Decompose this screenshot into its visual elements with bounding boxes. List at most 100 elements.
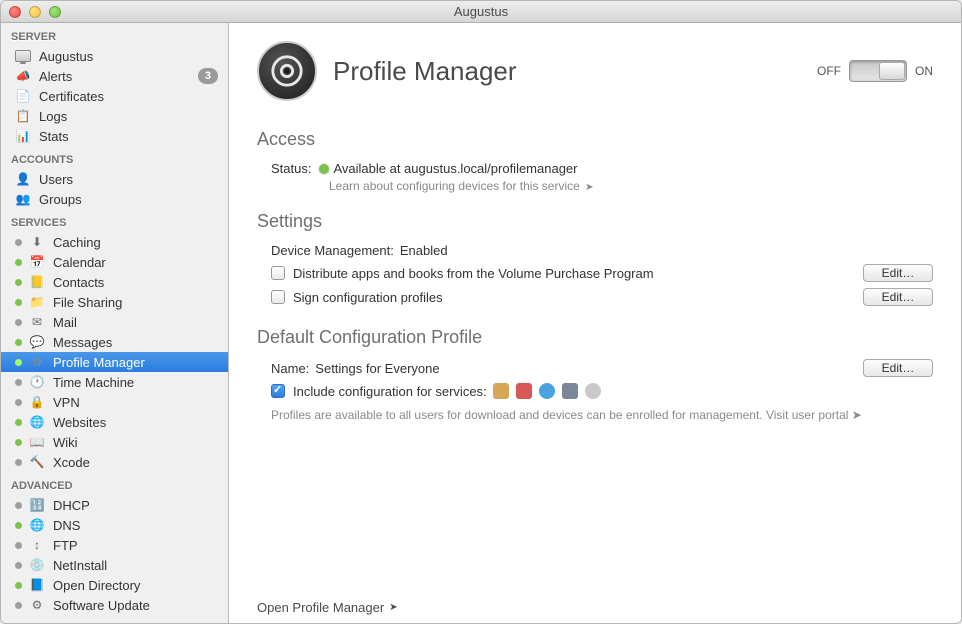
sidebar-item-label: Websites [53, 415, 106, 430]
sidebar-item-caching[interactable]: ⬇Caching [1, 232, 228, 252]
checkbox-sign[interactable] [271, 290, 285, 304]
messages-icon: 💬 [29, 334, 45, 350]
sidebar-item-opendirectory[interactable]: 📘Open Directory [1, 575, 228, 595]
edit-button-profile[interactable]: Edit… [863, 359, 933, 377]
page-title: Profile Manager [333, 56, 517, 87]
sidebar-item-profilemanager[interactable]: ⚙Profile Manager [1, 352, 228, 372]
sidebar-item-label: NetInstall [53, 558, 107, 573]
sidebar-item-ftp[interactable]: ↕FTP [1, 535, 228, 555]
sign-label: Sign configuration profiles [293, 290, 443, 305]
user-icon: 👤 [15, 171, 31, 187]
section-services: SERVICES [1, 209, 228, 232]
settings-section: Settings Device Management: Enabled Dist… [257, 211, 933, 309]
sidebar-item-label: Caching [53, 235, 101, 250]
hammer-icon: 🔨 [29, 454, 45, 470]
sidebar-item-websites[interactable]: 🌐Websites [1, 412, 228, 432]
monitor-icon [15, 48, 31, 64]
netinstall-icon: 💿 [29, 557, 45, 573]
sidebar-item-xcode[interactable]: 🔨Xcode [1, 452, 228, 472]
sidebar-item-label: Contacts [53, 275, 104, 290]
sidebar-item-mail[interactable]: ✉Mail [1, 312, 228, 332]
sidebar-item-alerts[interactable]: 📣 Alerts 3 [1, 66, 228, 86]
service-toggle[interactable]: OFF ON [817, 60, 933, 82]
calendar-service-icon [516, 383, 532, 399]
sidebar-item-label: DNS [53, 518, 80, 533]
section-accounts: ACCOUNTS [1, 146, 228, 169]
toggle-off-label: OFF [817, 64, 841, 78]
sidebar-item-wiki[interactable]: 📖Wiki [1, 432, 228, 452]
status-dot-icon [15, 399, 22, 406]
chevron-right-icon: ➤ [389, 602, 397, 613]
checkbox-distribute[interactable] [271, 266, 285, 280]
clock-icon: 🕐 [29, 374, 45, 390]
sidebar-item-filesharing[interactable]: 📁File Sharing [1, 292, 228, 312]
window-title: Augustus [1, 4, 961, 19]
device-mgmt-value: Enabled [400, 243, 448, 258]
open-profile-manager-link[interactable]: Open Profile Manager ➤ [257, 600, 398, 615]
sidebar-item-logs[interactable]: 📋 Logs [1, 106, 228, 126]
status-dot-icon [15, 339, 22, 346]
sidebar-item-calendar[interactable]: 📅Calendar [1, 252, 228, 272]
gear-icon: ⚙ [29, 354, 45, 370]
sidebar-item-users[interactable]: 👤 Users [1, 169, 228, 189]
sidebar-item-stats[interactable]: 📊 Stats [1, 126, 228, 146]
status-dot-icon [15, 319, 22, 326]
sidebar-item-label: Logs [39, 109, 67, 124]
status-dot-icon [15, 522, 22, 529]
include-label: Include configuration for services: [293, 384, 487, 399]
status-dot-icon [15, 602, 22, 609]
profile-hint[interactable]: Profiles are available to all users for … [257, 408, 933, 422]
sidebar-item-label: Time Machine [53, 375, 134, 390]
sidebar-item-dns[interactable]: 🌐DNS [1, 515, 228, 535]
status-dot-icon [15, 239, 22, 246]
contacts-service-icon [493, 383, 509, 399]
sidebar-item-label: Users [39, 172, 73, 187]
status-text: Available at augustus.local/profilemanag… [333, 161, 577, 176]
titlebar: Augustus [1, 1, 961, 23]
chevron-right-icon: ➤ [585, 182, 593, 193]
wiki-icon: 📖 [29, 434, 45, 450]
sidebar-item-certificates[interactable]: 📄 Certificates [1, 86, 228, 106]
vpn-icon: 🔒 [29, 394, 45, 410]
profile-manager-icon [257, 41, 317, 101]
sidebar-item-label: Augustus [39, 49, 93, 64]
status-label: Status: [271, 161, 311, 176]
sidebar-item-netinstall[interactable]: 💿 NetInstall [1, 555, 228, 575]
name-value: Settings for Everyone [315, 361, 439, 376]
sidebar-item-augustus[interactable]: Augustus [1, 46, 228, 66]
sidebar-item-label: Stats [39, 129, 69, 144]
edit-button-distribute[interactable]: Edit… [863, 264, 933, 282]
status-dot-icon [15, 502, 22, 509]
status-dot-icon [15, 279, 22, 286]
megaphone-icon: 📣 [15, 68, 31, 84]
sidebar-item-timemachine[interactable]: 🕐 Time Machine [1, 372, 228, 392]
sidebar-item-label: Software Update [53, 598, 150, 613]
sidebar-item-label: File Sharing [53, 295, 122, 310]
sidebar-item-contacts[interactable]: 📒Contacts [1, 272, 228, 292]
status-dot-icon [15, 379, 22, 386]
sidebar-item-label: Alerts [39, 69, 72, 84]
edit-button-sign[interactable]: Edit… [863, 288, 933, 306]
calendar-icon: 📅 [29, 254, 45, 270]
section-heading: Default Configuration Profile [257, 327, 933, 348]
sidebar-item-label: Open Directory [53, 578, 140, 593]
status-dot-icon [15, 459, 22, 466]
status-dot-icon [15, 259, 22, 266]
sidebar-item-vpn[interactable]: 🔒VPN [1, 392, 228, 412]
status-dot-icon [15, 299, 22, 306]
sidebar-item-messages[interactable]: 💬Messages [1, 332, 228, 352]
section-heading: Settings [257, 211, 933, 232]
sidebar-item-groups[interactable]: 👥 Groups [1, 189, 228, 209]
sidebar-item-softwareupdate[interactable]: ⚙Software Update [1, 595, 228, 615]
toggle-switch[interactable] [849, 60, 907, 82]
learn-link[interactable]: Learn about configuring devices for this… [257, 179, 933, 193]
access-section: Access Status: Available at augustus.loc… [257, 129, 933, 193]
status-dot-icon [15, 419, 22, 426]
sidebar-item-dhcp[interactable]: 🔢DHCP [1, 495, 228, 515]
status-dot-icon [319, 164, 329, 174]
section-heading: Access [257, 129, 933, 150]
sidebar-item-label: Mail [53, 315, 77, 330]
chevron-right-icon: ➤ [852, 408, 862, 422]
checkbox-include-services[interactable] [271, 384, 285, 398]
messages-service-icon [539, 383, 555, 399]
